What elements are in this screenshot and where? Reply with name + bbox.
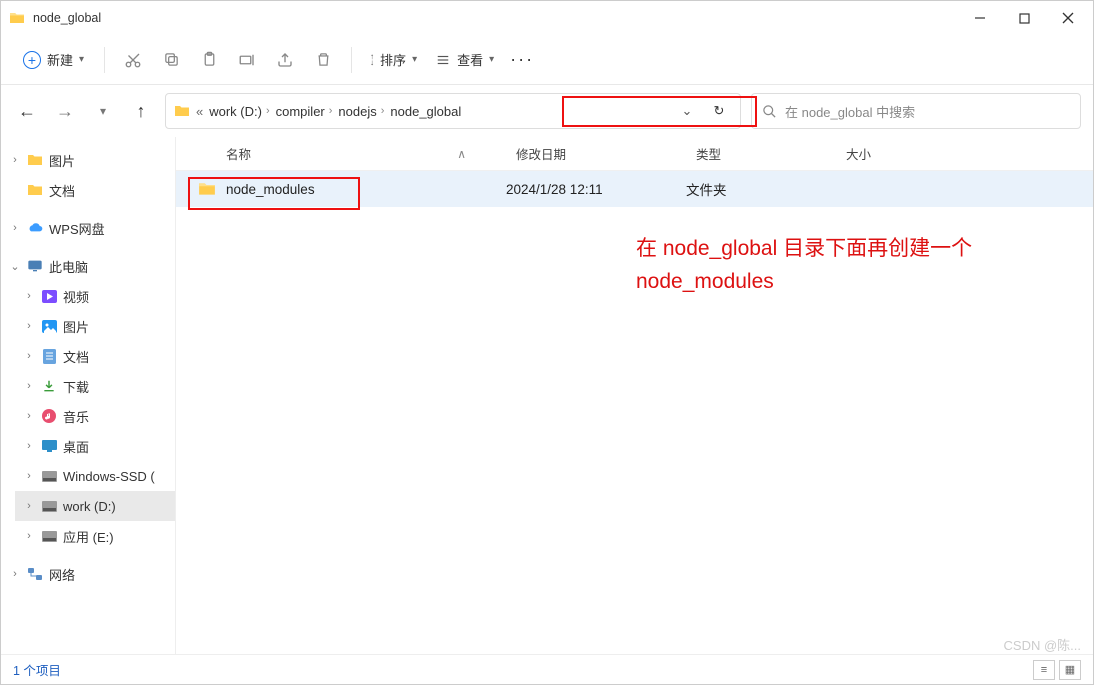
- chevron-right-icon: ›: [266, 105, 270, 117]
- item-count: 1 个项目: [13, 660, 61, 679]
- music-icon: [41, 408, 57, 424]
- breadcrumb-item[interactable]: compiler›: [276, 104, 333, 119]
- thumbnails-view-button[interactable]: ▦: [1059, 660, 1081, 680]
- sort-label: 排序: [380, 50, 406, 69]
- drive-icon: [41, 528, 57, 544]
- expand-icon: ›: [9, 568, 21, 580]
- column-type[interactable]: 类型: [686, 144, 836, 163]
- file-date: 2024/1/28 12:11: [506, 182, 686, 197]
- column-size[interactable]: 大小: [836, 144, 936, 163]
- new-label: 新建: [47, 50, 73, 69]
- video-icon: [41, 288, 57, 304]
- sidebar-item[interactable]: ›图片: [1, 145, 175, 175]
- content-pane: 名称∧ 修改日期 类型 大小 node_modules 2024/1/28 12…: [176, 137, 1093, 654]
- minimize-button[interactable]: [971, 9, 989, 27]
- refresh-button[interactable]: ↻: [706, 103, 732, 119]
- sidebar-item[interactable]: ›音乐: [15, 401, 175, 431]
- sidebar-item[interactable]: ›视频: [15, 281, 175, 311]
- sidebar-item[interactable]: ›文档: [15, 341, 175, 371]
- close-button[interactable]: [1059, 9, 1077, 27]
- sort-button[interactable]: ↑↓ 排序 ▾: [362, 44, 425, 75]
- sidebar-item-wps[interactable]: ›WPS网盘: [1, 213, 175, 243]
- maximize-button[interactable]: [1015, 9, 1033, 27]
- monitor-icon: [27, 258, 43, 274]
- details-view-button[interactable]: ≡: [1033, 660, 1055, 680]
- chevron-down-icon: ▾: [489, 54, 494, 65]
- view-label: 查看: [457, 50, 483, 69]
- folder-icon: [198, 181, 216, 197]
- recent-dropdown[interactable]: ▾: [89, 97, 117, 125]
- view-icon: [435, 53, 451, 67]
- copy-button[interactable]: [153, 42, 189, 78]
- expand-icon: ›: [9, 154, 21, 166]
- table-row[interactable]: node_modules 2024/1/28 12:11 文件夹: [176, 171, 1093, 207]
- breadcrumb-item[interactable]: nodejs›: [338, 104, 384, 119]
- chevron-down-icon: ▾: [412, 54, 417, 65]
- expand-icon: ›: [9, 222, 21, 234]
- view-button[interactable]: 查看 ▾: [427, 44, 502, 75]
- sidebar-item[interactable]: ›图片: [15, 311, 175, 341]
- search-placeholder: 在 node_global 中搜索: [785, 102, 915, 121]
- forward-button[interactable]: →: [51, 97, 79, 125]
- sidebar-item[interactable]: ›桌面: [15, 431, 175, 461]
- file-name: node_modules: [226, 182, 315, 197]
- nav-row: ← → ▾ ↑ « work (D:)› compiler› nodejs› n…: [1, 85, 1093, 137]
- toolbar: + 新建 ▾ ↑↓ 排序 ▾ 查看 ▾ ···: [1, 35, 1093, 85]
- titlebar: node_global: [1, 1, 1093, 35]
- sidebar-item-pc[interactable]: ⌄此电脑: [1, 251, 175, 281]
- breadcrumb-item[interactable]: node_global: [390, 104, 461, 119]
- search-icon: [762, 104, 777, 119]
- chevron-right-icon: ›: [329, 105, 333, 117]
- sidebar-item-work-d[interactable]: ›work (D:): [15, 491, 175, 521]
- sidebar: ›图片 文档 ›WPS网盘 ⌄此电脑 ›视频 ›图片 ›文档 ›下载 ›音乐 ›…: [1, 137, 176, 654]
- column-name[interactable]: 名称∧: [176, 144, 506, 163]
- desktop-icon: [41, 438, 57, 454]
- network-icon: [27, 566, 43, 582]
- delete-button[interactable]: [305, 42, 341, 78]
- address-dropdown[interactable]: ⌄: [674, 103, 700, 119]
- sidebar-item-network[interactable]: ›网络: [1, 559, 175, 589]
- folder-icon: [27, 152, 43, 168]
- file-type: 文件夹: [686, 179, 836, 199]
- new-button[interactable]: + 新建 ▾: [13, 44, 94, 75]
- status-bar: 1 个项目 ≡ ▦: [1, 654, 1093, 684]
- document-icon: [41, 348, 57, 364]
- cut-button[interactable]: [115, 42, 151, 78]
- address-bar[interactable]: « work (D:)› compiler› nodejs› node_glob…: [165, 93, 741, 129]
- breadcrumb-item[interactable]: work (D:)›: [209, 104, 269, 119]
- column-date[interactable]: 修改日期: [506, 144, 686, 163]
- separator: [104, 47, 105, 73]
- drive-icon: [41, 468, 57, 484]
- folder-icon: [27, 182, 43, 198]
- picture-icon: [41, 318, 57, 334]
- watermark: CSDN @陈...: [1004, 635, 1081, 654]
- annotation-text: 在 node_global 目录下面再创建一个 node_modules: [636, 233, 972, 298]
- rename-button[interactable]: [229, 42, 265, 78]
- collapse-icon: ⌄: [9, 260, 21, 273]
- share-button[interactable]: [267, 42, 303, 78]
- folder-icon: [174, 103, 190, 119]
- column-headers: 名称∧ 修改日期 类型 大小: [176, 137, 1093, 171]
- chevron-down-icon: ▾: [79, 54, 84, 65]
- cloud-icon: [27, 220, 43, 236]
- sidebar-item[interactable]: ›应用 (E:): [15, 521, 175, 551]
- sidebar-item[interactable]: ›下载: [15, 371, 175, 401]
- drive-icon: [41, 498, 57, 514]
- window-title: node_global: [33, 11, 971, 25]
- download-icon: [41, 378, 57, 394]
- breadcrumb-overflow: «: [196, 104, 203, 119]
- chevron-right-icon: ›: [381, 105, 385, 117]
- sort-asc-icon: ∧: [457, 147, 466, 161]
- back-button[interactable]: ←: [13, 97, 41, 125]
- sort-icon: ↑↓: [370, 54, 374, 66]
- separator: [351, 47, 352, 73]
- paste-button[interactable]: [191, 42, 227, 78]
- folder-icon: [9, 10, 25, 26]
- search-input[interactable]: 在 node_global 中搜索: [751, 93, 1081, 129]
- sidebar-item[interactable]: 文档: [1, 175, 175, 205]
- plus-icon: +: [23, 51, 41, 69]
- sidebar-item[interactable]: ›Windows-SSD (: [15, 461, 175, 491]
- more-button[interactable]: ···: [504, 42, 540, 78]
- up-button[interactable]: ↑: [127, 97, 155, 125]
